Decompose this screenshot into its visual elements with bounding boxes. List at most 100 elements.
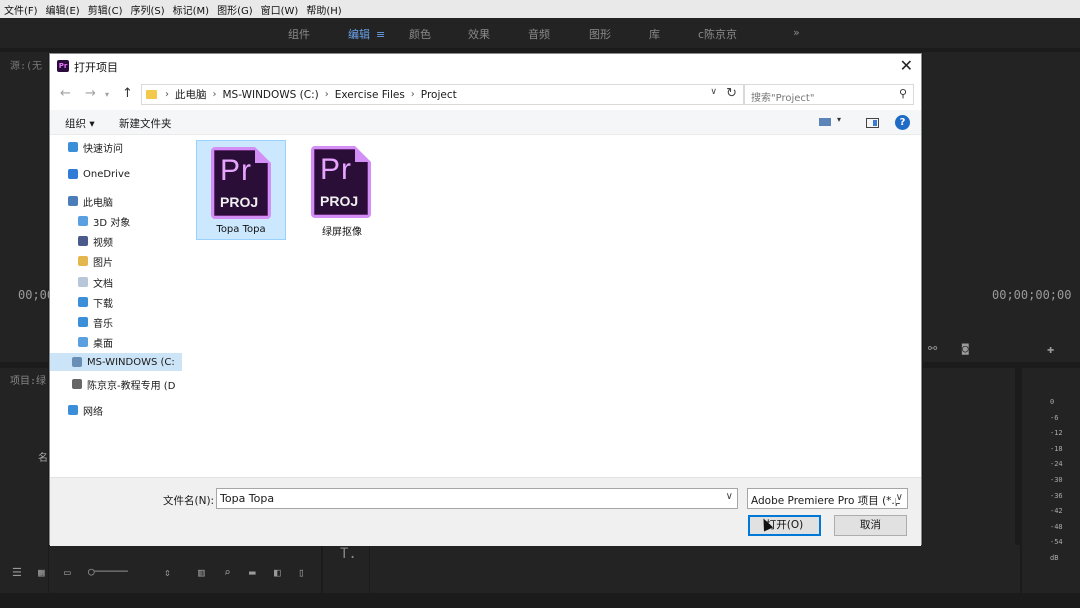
chevron-down-icon[interactable]: ∨ — [726, 491, 733, 502]
menu-window[interactable]: 窗口(W) — [261, 2, 299, 17]
open-button[interactable]: 打开(O) — [748, 515, 821, 536]
sidebar-item[interactable]: 图片 — [50, 252, 182, 270]
recent-locations-icon[interactable]: ▾ — [105, 90, 109, 99]
new-bin-icon[interactable]: ▬ — [249, 566, 256, 579]
breadcrumb-drive-c[interactable]: MS-WINDOWS (C:) — [223, 89, 319, 101]
export-frame-icon[interactable]: ⚯ — [928, 342, 937, 355]
menu-sequence[interactable]: 序列(S) — [130, 2, 164, 17]
project-column-name[interactable]: 名 — [38, 449, 48, 464]
workspace-graphics[interactable]: 图形 — [589, 26, 611, 42]
sidebar-item[interactable]: 视频 — [50, 232, 182, 250]
sidebar-item[interactable]: 陈京京-教程专用 (D — [50, 375, 182, 393]
view-options-button[interactable]: ▾ — [819, 115, 847, 128]
file-ext: PROJ — [220, 194, 259, 210]
new-folder-button[interactable]: 新建文件夹 — [119, 116, 172, 131]
sidebar-item[interactable]: 音乐 — [50, 313, 182, 331]
workspace-editing[interactable]: 编辑 ≡ — [348, 26, 385, 42]
file-badge: Pr — [320, 153, 352, 186]
sidebar-item[interactable]: 桌面 — [50, 333, 182, 351]
list-view-icon[interactable]: ☰ — [12, 566, 22, 579]
workspace-effects[interactable]: 效果 — [468, 26, 490, 42]
sidebar-item[interactable]: 3D 对象 — [50, 212, 182, 230]
workspace-color[interactable]: 颜色 — [409, 26, 431, 42]
chevron-down-icon: ▾ — [837, 115, 842, 124]
meter-tick: -12 — [1050, 429, 1063, 438]
meter-tick: -54 — [1050, 538, 1063, 547]
type-tool-icon[interactable]: T. — [340, 546, 357, 562]
find-icon[interactable]: ⌕ — [224, 566, 231, 579]
organize-button[interactable]: 组织 ▾ — [65, 116, 95, 131]
help-icon[interactable]: ? — [895, 115, 910, 130]
workspace-custom[interactable]: c陈京京 — [698, 26, 737, 42]
workspace-more-icon[interactable]: » — [793, 26, 800, 39]
refresh-icon[interactable]: ↻ — [726, 86, 737, 101]
meter-tick: -18 — [1050, 444, 1063, 453]
clear-icon[interactable]: ▯ — [298, 566, 305, 579]
breadcrumb-this-pc[interactable]: 此电脑 — [175, 87, 207, 102]
folded-corner — [355, 146, 371, 162]
3d-objects-icon — [78, 216, 88, 226]
dialog-toolbar: 组织 ▾ 新建文件夹 ▾ ? — [50, 110, 921, 135]
freeform-view-icon[interactable]: ▭ — [64, 566, 71, 579]
documents-icon — [78, 277, 88, 287]
meter-tick: -30 — [1050, 475, 1063, 484]
automate-icon[interactable]: ▥ — [198, 566, 205, 579]
sidebar-item[interactable]: MS-WINDOWS (C: — [50, 353, 182, 371]
back-arrow-icon[interactable]: ← — [60, 86, 71, 101]
dialog-title: 打开项目 — [74, 61, 118, 74]
forward-arrow-icon[interactable]: → — [85, 86, 96, 101]
sidebar-item[interactable]: 下载 — [50, 293, 182, 311]
icon-view-icon[interactable]: ▦ — [38, 566, 45, 579]
menu-clip[interactable]: 剪辑(C) — [88, 2, 123, 17]
breadcrumb-exercise-files[interactable]: Exercise Files — [335, 89, 405, 101]
dialog-titlebar[interactable]: Pr 打开项目 ✕ — [50, 54, 921, 80]
close-icon[interactable]: ✕ — [900, 56, 913, 75]
menu-file[interactable]: 文件(F) — [4, 2, 38, 17]
add-button-icon[interactable]: ✚ — [1047, 342, 1054, 356]
workspace-audio[interactable]: 音频 — [528, 26, 550, 42]
cancel-button[interactable]: 取消 — [834, 515, 907, 536]
camera-icon[interactable]: ◙ — [962, 342, 969, 355]
sidebar-item[interactable]: 文档 — [50, 273, 182, 291]
sidebar-item-label: 陈京京-教程专用 (D — [87, 380, 176, 392]
address-bar[interactable]: › 此电脑 › MS-WINDOWS (C:) › Exercise Files… — [141, 84, 744, 105]
search-icon[interactable]: ⚲ — [899, 87, 907, 100]
filename-input[interactable]: Topa Topa ∨ — [216, 488, 738, 509]
sort-icon[interactable]: ⇕ — [164, 566, 171, 579]
up-arrow-icon[interactable]: ↑ — [122, 86, 133, 101]
menu-edit[interactable]: 编辑(E) — [46, 2, 80, 17]
sidebar-item[interactable]: 此电脑 — [50, 192, 182, 210]
breadcrumb-project[interactable]: Project — [421, 89, 457, 101]
source-monitor-panel — [0, 52, 48, 362]
workspace-libraries[interactable]: 库 — [649, 26, 660, 42]
star-icon — [68, 142, 78, 152]
download-icon — [78, 297, 88, 307]
sidebar-item[interactable]: 快速访问 — [50, 138, 182, 156]
new-item-icon[interactable]: ◧ — [274, 566, 281, 579]
source-tab[interactable]: 源:(无 — [10, 57, 42, 72]
file-item-green-screen[interactable]: Pr PROJ 绿屏抠像 — [297, 140, 387, 240]
file-item-topa-topa[interactable]: Pr PROJ Topa Topa — [196, 140, 286, 240]
sidebar-item[interactable]: 网络 — [50, 401, 182, 419]
sidebar-item-label: 桌面 — [93, 338, 113, 350]
meter-tick: -24 — [1050, 460, 1063, 469]
workspace-editing-label: 编辑 — [348, 28, 370, 41]
chevron-down-icon: ∨ — [895, 492, 903, 503]
workspace-menu-icon[interactable]: ≡ — [376, 28, 385, 41]
workspace-assembly[interactable]: 组件 — [288, 26, 310, 42]
search-input[interactable]: 搜索"Project" ⚲ — [744, 84, 914, 105]
preview-pane-icon[interactable] — [866, 118, 879, 128]
chevron-down-icon[interactable]: ∨ — [710, 87, 717, 97]
sidebar-item[interactable]: OneDrive — [50, 165, 182, 183]
zoom-slider[interactable]: ○───── — [88, 565, 128, 578]
menu-marker[interactable]: 标记(M) — [173, 2, 209, 17]
file-list: Pr PROJ Topa Topa Pr PROJ 绿屏抠像 — [196, 140, 922, 470]
menu-help[interactable]: 帮助(H) — [306, 2, 341, 17]
menu-graphics[interactable]: 图形(G) — [217, 2, 253, 17]
file-type-select[interactable]: Adobe Premiere Pro 项目 (*.p ∨ — [747, 488, 908, 509]
project-panel — [0, 368, 48, 593]
meter-tick: 0 — [1050, 398, 1055, 406]
app-window: 文件(F) 编辑(E) 剪辑(C) 序列(S) 标记(M) 图形(G) 窗口(W… — [0, 0, 1080, 608]
project-tab[interactable]: 项目:绿 — [10, 372, 46, 387]
sidebar-item-label: 视频 — [93, 237, 113, 249]
